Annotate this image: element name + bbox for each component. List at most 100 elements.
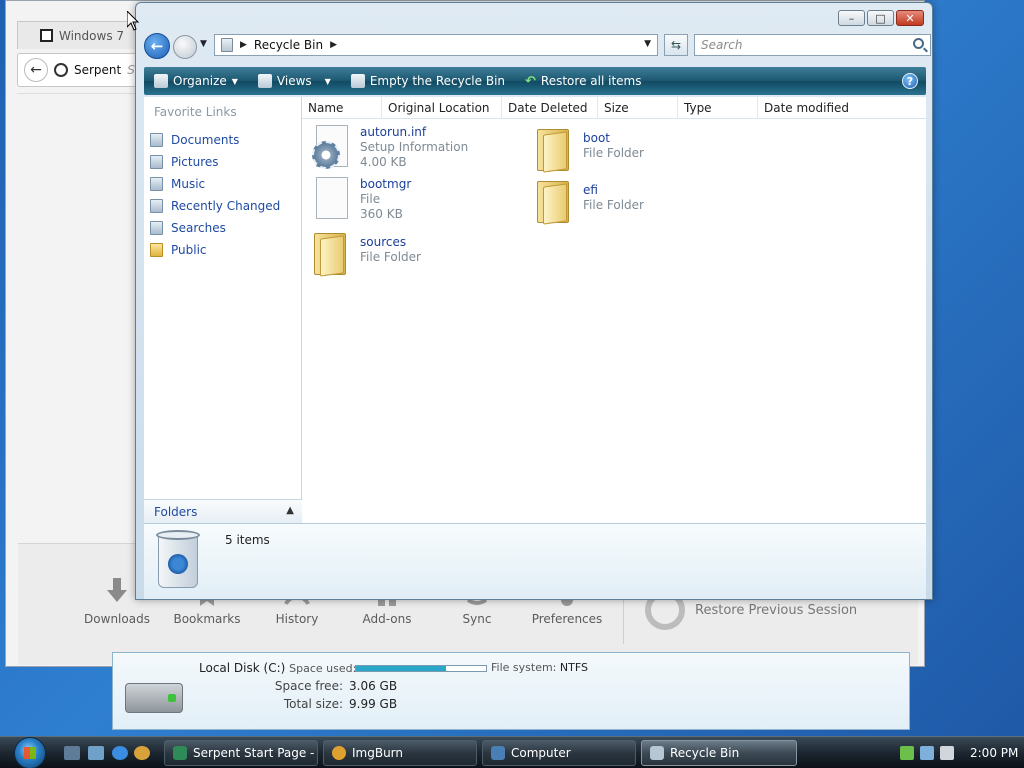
restore-all-label: Restore all items [540, 74, 642, 88]
launcher-label: Sync [462, 612, 492, 626]
taskbar-button-imgburn[interactable]: ImgBurn [323, 740, 477, 766]
space-free-label: Space free: [274, 679, 343, 693]
recent-pages-dropdown[interactable]: ▼ [200, 39, 207, 49]
nav-item-label: Pictures [171, 155, 219, 169]
back-button[interactable]: ← [24, 58, 48, 82]
browser-address-text[interactable]: Serpent [74, 63, 121, 77]
nav-item-music[interactable]: Music [150, 173, 280, 195]
file-system-row: File system: NTFS [491, 661, 588, 674]
file-type: File Folder [583, 198, 644, 212]
file-size: 4.00 KB [360, 155, 407, 169]
nav-item-recently-changed[interactable]: Recently Changed [150, 195, 280, 217]
launcher-label: Preferences [531, 612, 603, 626]
internet-explorer-icon[interactable] [112, 746, 128, 760]
file-item-meta: autorun.inf Setup Information 4.00 KB [360, 123, 468, 171]
volume-icon[interactable] [940, 746, 954, 760]
switch-windows-icon[interactable] [88, 746, 104, 760]
file-item-efi[interactable]: efi File Folder [531, 175, 644, 223]
file-system-label: File system: [491, 661, 557, 674]
network-icon[interactable] [920, 746, 934, 760]
folder-icon [531, 123, 575, 171]
nav-item-pictures[interactable]: Pictures [150, 151, 280, 173]
breadcrumb[interactable]: Recycle Bin [254, 38, 323, 52]
start-button[interactable] [10, 737, 50, 768]
browser-tab-title: Windows 7 [59, 28, 125, 43]
file-system-value: NTFS [559, 661, 588, 674]
column-header-size[interactable]: Size [598, 97, 678, 119]
browser-tab[interactable]: Windows 7 [17, 21, 137, 49]
launcher-label: Downloads [84, 612, 150, 626]
column-header-original-location[interactable]: Original Location [382, 97, 502, 119]
file-item-bootmgr[interactable]: bootmgr File 360 KB [308, 175, 411, 223]
chevron-up-icon: ▲ [286, 505, 294, 516]
forward-button[interactable] [173, 35, 197, 59]
file-item-sources[interactable]: sources File Folder [308, 227, 421, 275]
breadcrumb-separator-icon[interactable]: ▶ [330, 40, 337, 50]
file-type: File Folder [583, 146, 644, 160]
organize-icon [154, 74, 168, 88]
file-type: Setup Information [360, 140, 469, 154]
file-item-autorun[interactable]: autorun.inf Setup Information 4.00 KB [308, 123, 468, 171]
address-row: ← ▼ ▶ Recycle Bin ▶ ▼ ⇆ Search [144, 33, 931, 61]
music-icon [150, 177, 163, 191]
views-button[interactable]: Views ▼ [248, 67, 341, 95]
nav-item-documents[interactable]: Documents [150, 129, 280, 151]
help-button[interactable]: ? [902, 73, 918, 89]
details-pane: 5 items [144, 523, 926, 599]
file-name: autorun.inf [360, 125, 427, 139]
folders-label: Folders [154, 504, 198, 519]
folder-icon [531, 175, 575, 223]
empty-recycle-bin-label: Empty the Recycle Bin [369, 74, 506, 88]
security-icon[interactable] [900, 746, 914, 760]
taskbar-button-label: Recycle Bin [670, 746, 740, 760]
file-icon [308, 175, 352, 223]
empty-bin-icon [350, 74, 365, 88]
space-free-value: 3.06 GB [349, 679, 398, 693]
file-item-boot[interactable]: boot File Folder [531, 123, 644, 171]
nav-item-label: Music [171, 177, 206, 191]
search-input[interactable]: Search [694, 34, 931, 56]
restore-all-button[interactable]: ↶ Restore all items [515, 67, 651, 95]
taskbar-button-computer[interactable]: Computer [482, 740, 636, 766]
back-button[interactable]: ← [144, 33, 170, 59]
column-header-date-deleted[interactable]: Date Deleted [502, 97, 598, 119]
media-player-icon[interactable] [134, 746, 150, 760]
maximize-button[interactable]: □ [867, 10, 894, 26]
nav-item-searches[interactable]: Searches [150, 217, 280, 239]
organize-button[interactable]: Organize ▼ [144, 67, 248, 95]
recycle-bin-window: – □ ✕ ← ▼ ▶ Recycle Bin ▶ ▼ ⇆ Search Org… [135, 2, 933, 600]
minimize-button[interactable]: – [838, 10, 865, 26]
taskbar-button-recycle-bin[interactable]: Recycle Bin [641, 740, 797, 766]
taskbar-button-serpent[interactable]: Serpent Start Page - ... [164, 740, 318, 766]
windows-logo-icon [14, 737, 46, 768]
breadcrumb-separator-icon[interactable]: ▶ [240, 40, 247, 50]
taskbar-button-label: Serpent Start Page - ... [193, 746, 318, 760]
file-item-meta: boot File Folder [583, 123, 644, 171]
clock[interactable]: 2:00 PM [970, 746, 1018, 760]
file-name: boot [583, 131, 611, 145]
nav-item-label: Recently Changed [171, 199, 281, 213]
recycle-bin-icon [650, 746, 664, 760]
searches-icon [150, 221, 163, 235]
search-placeholder: Search [701, 38, 743, 52]
empty-recycle-bin-button[interactable]: Empty the Recycle Bin [341, 67, 515, 95]
folder-icon [150, 243, 163, 257]
taskbar-button-label: Computer [511, 746, 571, 760]
address-bar[interactable]: ▶ Recycle Bin ▶ ▼ [214, 34, 658, 56]
space-used-fill [356, 666, 446, 671]
address-history-dropdown-icon[interactable]: ▼ [644, 39, 651, 49]
taskbar-button-label: ImgBurn [352, 746, 404, 760]
show-desktop-icon[interactable] [64, 746, 80, 760]
imgburn-icon [332, 746, 346, 760]
restore-session-label: Restore Previous Session [695, 602, 858, 618]
column-header-name[interactable]: Name [302, 97, 382, 119]
folder-icon [308, 227, 352, 275]
close-button[interactable]: ✕ [896, 10, 924, 26]
column-header-date-modified[interactable]: Date modified [758, 97, 922, 119]
nav-item-public[interactable]: Public [150, 239, 280, 261]
refresh-button[interactable]: ⇆ [664, 34, 688, 56]
search-icon[interactable] [913, 38, 924, 49]
favorite-links-heading: Favorite Links [154, 105, 237, 119]
folders-toggle[interactable]: Folders ▲ [144, 499, 302, 523]
column-header-type[interactable]: Type [678, 97, 758, 119]
